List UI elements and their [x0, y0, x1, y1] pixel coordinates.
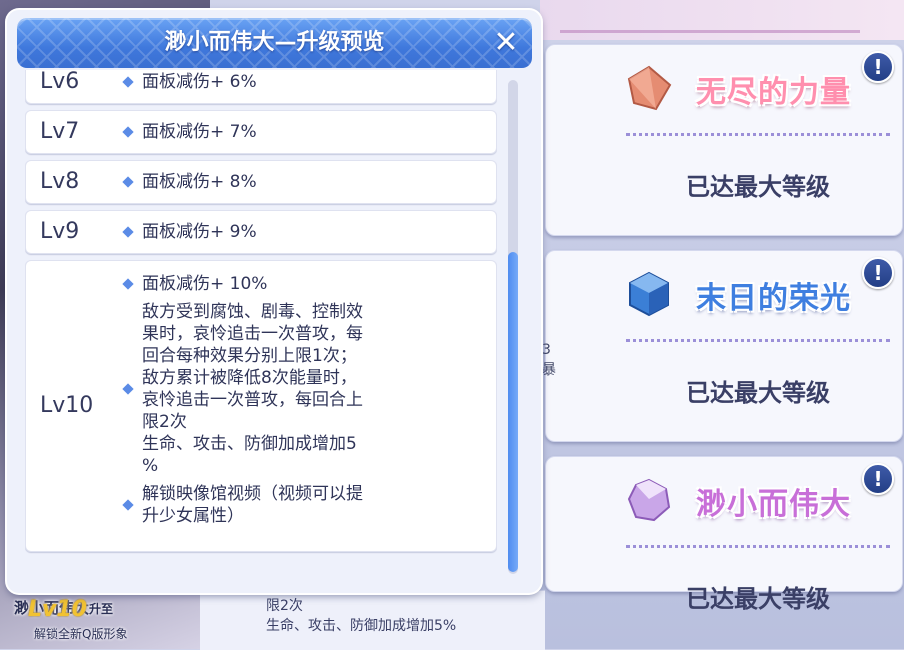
upgrade-caption-sub: 解锁全新Q版形象 — [34, 627, 128, 641]
info-button[interactable]: ! — [862, 463, 894, 495]
close-button[interactable]: ✕ — [490, 27, 522, 59]
crystal-icon — [627, 478, 671, 522]
scrollbar-track[interactable] — [508, 80, 518, 574]
level-label: Lv7 — [40, 119, 80, 144]
skill-card-title: 渺小而伟大 — [696, 487, 851, 522]
max-level-label: 已达最大等级 — [686, 173, 830, 201]
effect-text: 敌方受到腐蚀、剧毒、控制效 果时，哀怜追击一次普攻，每 回合每种效果分别上限1次… — [142, 302, 363, 476]
effect-item: 面板减伤+ 7% — [122, 111, 257, 153]
caption-upgrade: 升至 — [89, 602, 114, 616]
dotted-divider — [626, 339, 890, 342]
info-button[interactable]: ! — [862, 51, 894, 83]
effect-item: 面板减伤+ 8% — [122, 161, 257, 203]
effect-text: 解锁映像馆视频（视频可以提 升少女属性） — [142, 484, 363, 526]
level-row-lv10: Lv10 面板减伤+ 10% 敌方受到腐蚀、剧毒、控制效 果时，哀怜追击一次普攻… — [25, 260, 497, 552]
level-list-content: Lv6 面板减伤+ 6% Lv7 面板减伤+ 7% Lv8 面板减伤+ 8% L… — [25, 70, 497, 558]
caption-level: Lv10 — [28, 597, 87, 622]
partial-text: 暴 — [542, 362, 556, 378]
diamond-bullet-icon — [122, 383, 134, 395]
effect-text: 面板减伤+ 6% — [142, 72, 257, 92]
effect-item: 面板减伤+ 10% — [122, 273, 394, 295]
dialog-header: 渺小而伟大—升级预览 ✕ — [17, 18, 532, 68]
effect-line: 限2次 — [266, 598, 303, 614]
max-level-label: 已达最大等级 — [686, 379, 830, 407]
level-row-lv7: Lv7 面板减伤+ 7% — [25, 110, 497, 154]
level-row-lv8: Lv8 面板减伤+ 8% — [25, 160, 497, 204]
dotted-divider — [626, 545, 890, 548]
effect-list: 面板减伤+ 10% 敌方受到腐蚀、剧毒、控制效 果时，哀怜追击一次普攻，每 回合… — [122, 273, 394, 533]
level-label: Lv10 — [40, 393, 94, 418]
cube-icon — [629, 271, 669, 317]
diamond-bullet-icon — [122, 176, 134, 188]
level-list[interactable]: Lv6 面板减伤+ 6% Lv7 面板减伤+ 7% Lv8 面板减伤+ 8% L… — [25, 70, 497, 575]
scrollbar-thumb[interactable] — [508, 252, 518, 572]
effect-item: 解锁映像馆视频（视频可以提 升少女属性） — [122, 483, 394, 527]
banner-decoration — [560, 2, 860, 33]
upgrade-caption: 渺小而伟大升至 Lv10 — [14, 597, 114, 622]
diamond-bullet-icon — [122, 499, 134, 511]
skill-card-title: 末日的荣光 — [696, 281, 851, 316]
dialog-title: 渺小而伟大—升级预览 — [164, 30, 385, 55]
partial-text: 3 — [542, 342, 551, 358]
level-label: Lv9 — [40, 219, 80, 244]
background-effect-strip: 限2次 生命、攻击、防御加成增加5% — [200, 590, 545, 650]
diamond-bullet-icon — [122, 126, 134, 138]
level-label: Lv6 — [40, 70, 80, 94]
top-banner-art — [540, 0, 904, 40]
info-button[interactable]: ! — [862, 257, 894, 289]
diamond-bullet-icon — [122, 76, 134, 88]
effect-line: 生命、攻击、防御加成增加5% — [266, 618, 457, 634]
skill-card-1[interactable]: 无尽的力量 ! 已达最大等级 — [545, 44, 903, 236]
dotted-divider — [626, 133, 890, 136]
level-row-lv9: Lv9 面板减伤+ 9% — [25, 210, 497, 254]
level-label: Lv8 — [40, 169, 80, 194]
effect-item: 敌方受到腐蚀、剧毒、控制效 果时，哀怜追击一次普攻，每 回合每种效果分别上限1次… — [122, 301, 394, 477]
level-row-lv6: Lv6 面板减伤+ 6% — [25, 70, 497, 104]
gem-icon — [627, 65, 672, 111]
skill-card-2[interactable]: 末日的荣光 ! 已达最大等级 — [545, 250, 903, 442]
effect-text: 面板减伤+ 9% — [142, 222, 257, 242]
effect-text: 面板减伤+ 10% — [142, 274, 268, 294]
skill-card-3[interactable]: 渺小而伟大 ! 已达最大等级 — [545, 456, 903, 613]
skill-card-title: 无尽的力量 — [696, 75, 851, 110]
max-level-label: 已达最大等级 — [686, 585, 830, 613]
effect-item: 面板减伤+ 6% — [122, 70, 257, 103]
effect-item: 面板减伤+ 9% — [122, 211, 257, 253]
diamond-bullet-icon — [122, 226, 134, 238]
effect-text: 面板减伤+ 8% — [142, 172, 257, 192]
effect-text: 面板减伤+ 7% — [142, 122, 257, 142]
upgrade-preview-dialog: 渺小而伟大—升级预览 ✕ Lv6 面板减伤+ 6% Lv7 面板减伤+ 7% L… — [7, 10, 541, 593]
diamond-bullet-icon — [122, 278, 134, 290]
